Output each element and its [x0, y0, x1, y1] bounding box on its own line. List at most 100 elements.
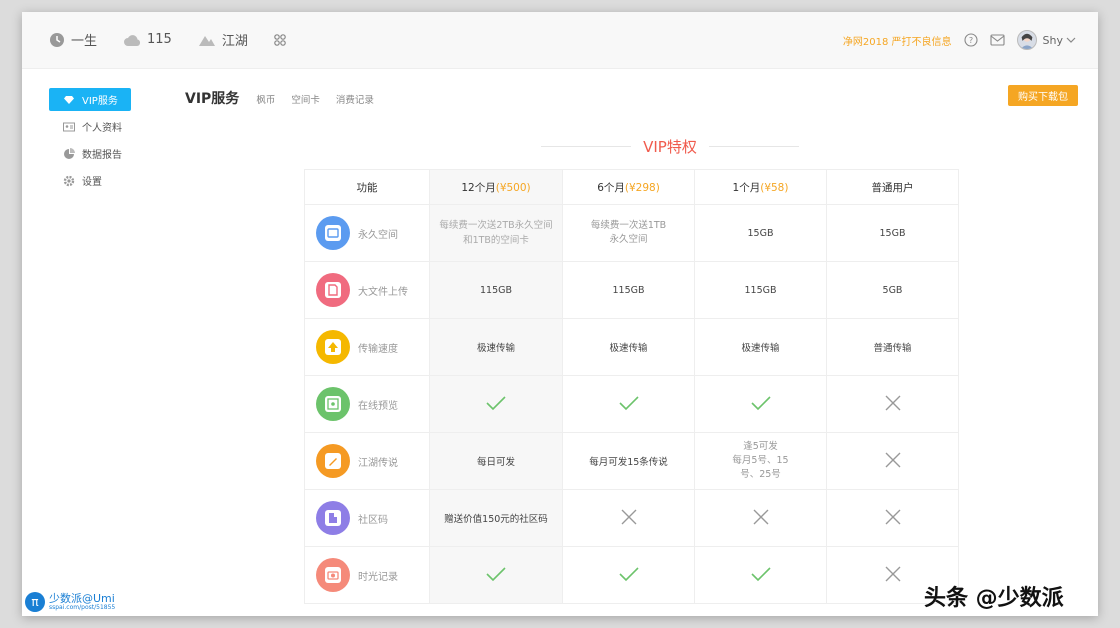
plan-price: (¥500): [495, 181, 531, 194]
building-icon: [316, 501, 350, 535]
plan-price: (¥58): [760, 181, 789, 194]
cell-text: 5GB: [882, 284, 903, 296]
plan-cell: [694, 489, 827, 547]
cross-icon: [885, 566, 900, 581]
feature-cell: 江湖传说: [304, 432, 430, 490]
nav-item-jianghu[interactable]: 江湖: [198, 30, 248, 49]
cell-text: 每月5号、15: [732, 454, 789, 466]
cell-text: 15GB: [747, 227, 774, 239]
sidebar-item-report[interactable]: 数据报告: [49, 142, 131, 165]
tab-coins[interactable]: 枫币: [256, 92, 275, 106]
check-icon: [486, 566, 506, 581]
sidebar-item-label: VIP服务: [82, 96, 118, 107]
nav-label: 一生: [71, 34, 98, 49]
id-card-icon: [63, 122, 75, 131]
tabs: VIP服务 枫币 空间卡 消费记录: [185, 88, 390, 108]
sidebar-item-profile[interactable]: 个人资料: [49, 115, 131, 138]
chevron-down-icon: [1066, 37, 1076, 43]
diamond-icon: [64, 95, 74, 104]
sidebar-item-vip[interactable]: VIP服务: [49, 88, 131, 111]
plan-cell: [826, 375, 959, 433]
plan-cell: 5GB: [826, 261, 959, 319]
cell-text: 普通传输: [873, 343, 912, 354]
header-feature: 功能: [304, 169, 430, 205]
plan-cell: [826, 489, 959, 547]
plan-cell: [429, 375, 563, 433]
feature-cell: 在线预览: [304, 375, 430, 433]
buy-download-pack-button[interactable]: 购买下载包: [1008, 85, 1078, 106]
tab-vip[interactable]: VIP服务: [185, 88, 239, 108]
cloud-icon: [124, 34, 141, 46]
cell-text: 每续费一次送1TB: [590, 219, 667, 231]
plan-name: 6个月: [597, 181, 625, 194]
watermark-title: 少数派@Umi: [49, 592, 115, 605]
mail-icon[interactable]: [989, 34, 1005, 46]
plan-price: (¥298): [624, 181, 660, 194]
sidebar-item-settings[interactable]: 设置: [49, 169, 131, 192]
top-right: 净网2018 严打不良信息 ? Shy: [843, 28, 1076, 52]
plan-cell: [694, 546, 827, 604]
cross-icon: [885, 509, 900, 524]
top-nav: 一生 115 江湖: [49, 30, 318, 49]
watermark-right: 头条 @少数派: [924, 586, 1064, 611]
watermark-url: sspai.com/post/51855: [49, 604, 116, 611]
pi-logo-icon: π: [25, 592, 45, 612]
nav-item-yisheng[interactable]: 一生: [49, 30, 97, 49]
plan-cell: 极速传输: [562, 318, 695, 376]
sidebar: VIP服务 个人资料 数据报告 设置: [49, 88, 131, 196]
plan-name: 12个月: [461, 181, 496, 194]
plan-cell: 逢5可发 每月5号、15 号、25号: [694, 432, 827, 490]
app-window: 一生 115 江湖 净网2018 严打不良信息 ? Shy VIP服务 个人资料…: [22, 12, 1098, 616]
nav-label: 115: [147, 32, 172, 47]
check-icon: [750, 566, 771, 581]
check-icon: [486, 395, 506, 410]
table-header-row: 功能 12个月(¥500) 6个月(¥298) 1个月(¥58) 普通用户: [304, 169, 959, 205]
nav-label: 江湖: [221, 34, 248, 49]
avatar[interactable]: [1016, 30, 1037, 50]
privilege-table: 功能 12个月(¥500) 6个月(¥298) 1个月(¥58) 普通用户 永久…: [304, 169, 959, 604]
feature-name: 传输速度: [358, 343, 398, 355]
table-body: 永久空间 每续费一次送2TB永久空间 和1TB的空间卡 每续费一次送1TB 永久空间 15…: [304, 204, 959, 604]
plan-cell: [562, 546, 695, 604]
table-row: 大文件上传 115GB 115GB 115GB 5GB: [304, 261, 959, 319]
table-row: 社区码 赠送价值150元的社区码: [304, 489, 959, 547]
cell-text: 每月可发15条传说: [589, 457, 668, 468]
nav-item-apps[interactable]: [274, 33, 292, 46]
plan-cell: 普通传输: [826, 318, 959, 376]
cross-icon: [885, 452, 900, 467]
cross-icon: [621, 509, 636, 524]
nav-item-115[interactable]: 115: [123, 32, 172, 47]
edit-icon: [316, 444, 350, 478]
cell-text: 和1TB的空间卡: [463, 235, 529, 246]
file-upload-icon: [316, 273, 350, 307]
clock-icon: [50, 32, 64, 47]
plan-cell: 115GB: [562, 261, 695, 319]
tab-purchase-history[interactable]: 消费记录: [336, 92, 374, 106]
plan-cell: 15GB: [826, 204, 959, 262]
help-icon[interactable]: ?: [963, 33, 978, 47]
divider: [541, 146, 632, 147]
cell-text: 115GB: [744, 284, 777, 296]
plan-cell: 15GB: [694, 204, 827, 262]
feature-cell: 大文件上传: [304, 261, 430, 319]
tab-space-card[interactable]: 空间卡: [291, 92, 320, 106]
cell-text: 极速传输: [476, 343, 515, 354]
cell-text: 每日可发: [476, 457, 515, 468]
plan-cell: 115GB: [694, 261, 827, 319]
camera-icon: [316, 558, 350, 592]
user-menu[interactable]: Shy: [1043, 34, 1076, 47]
header-plan-6: 6个月(¥298): [562, 169, 695, 205]
cell-text: 每续费一次送2TB永久空间: [439, 219, 553, 231]
notice-link[interactable]: 净网2018 严打不良信息: [843, 33, 952, 48]
plan-cell: 每日可发: [429, 432, 563, 490]
cross-icon: [885, 395, 900, 410]
plan-cell: 赠送价值150元的社区码: [429, 489, 563, 547]
feature-name: 在线预览: [358, 400, 398, 412]
top-bar: 一生 115 江湖 净网2018 严打不良信息 ? Shy: [22, 12, 1098, 69]
header-normal: 普通用户: [826, 169, 959, 205]
cell-text: 赠送价值150元的社区码: [444, 514, 548, 525]
plan-cell: [694, 375, 827, 433]
check-icon: [750, 395, 771, 410]
cross-icon: [753, 509, 768, 524]
cell-text: 极速传输: [609, 343, 648, 354]
